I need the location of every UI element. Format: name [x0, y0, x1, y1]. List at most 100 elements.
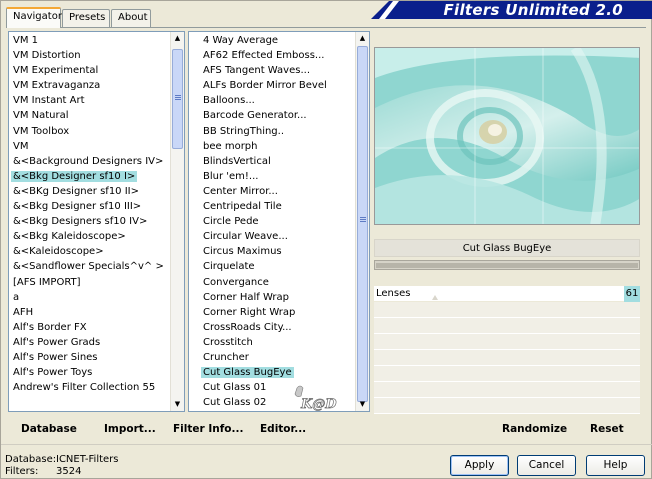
category-item-label: &<Background Designers IV> [13, 155, 164, 167]
help-button[interactable]: Help [586, 455, 645, 476]
tab-navigator[interactable]: Navigator [6, 7, 62, 28]
filter-item-label: Circular Weave... [203, 231, 288, 243]
category-item[interactable]: &<BKg Designer sf10 II> [9, 184, 170, 199]
filter-item[interactable]: BB StringThing.. [199, 124, 355, 139]
parameter-row-empty [374, 318, 640, 334]
category-item-label: &<Sandflower Specials^v^ > [13, 261, 164, 273]
category-item-label: &<Bkg Designer sf10 I> [11, 170, 138, 182]
filter-item-label: Circle Pede [203, 216, 259, 228]
category-item[interactable]: Alf's Power Grads [9, 335, 170, 350]
category-item-label: VM 1 [13, 35, 39, 46]
database-button[interactable]: Database [21, 422, 77, 436]
category-item-label: &<Bkg Designers sf10 IV> [13, 216, 148, 228]
tab-about[interactable]: About [111, 9, 151, 27]
filter-item[interactable]: Circus Maximus [199, 244, 355, 259]
category-item[interactable]: &<Bkg Designer sf10 III> [9, 199, 170, 214]
parameter-panel: Lenses 61 [374, 286, 640, 414]
filter-item[interactable]: Blur 'em!... [199, 169, 355, 184]
parameter-row-empty [374, 350, 640, 366]
filter-item-label: Cut Glass 02 [203, 397, 267, 409]
database-info-label: Database: [5, 454, 57, 465]
filter-item[interactable]: AF62 Effected Emboss... [199, 48, 355, 63]
category-item[interactable]: VM 1 [9, 33, 170, 48]
category-item[interactable]: &<Bkg Kaleidoscope> [9, 229, 170, 244]
tab-presets[interactable]: Presets [62, 9, 110, 27]
category-item-label: VM Experimental [13, 65, 99, 77]
filter-item[interactable]: bee morph [199, 139, 355, 154]
category-item-label: &<Bkg Designer sf10 III> [13, 201, 142, 213]
filter-item[interactable]: Balloons... [199, 93, 355, 108]
filter-item-label: Convergance [203, 276, 269, 288]
filter-item[interactable]: 4 Way Average [199, 33, 355, 48]
kad-logo: K@D [289, 384, 349, 411]
filter-item[interactable]: Barcode Generator... [199, 108, 355, 123]
category-item[interactable]: a [9, 290, 170, 305]
cancel-button[interactable]: Cancel [517, 455, 576, 476]
parameter-row-empty [374, 302, 640, 318]
scroll-down-arrow-icon[interactable]: ▼ [171, 398, 184, 411]
filter-scroll-thumb[interactable] [357, 46, 368, 402]
filter-item[interactable]: Cirquelate [199, 259, 355, 274]
category-item[interactable]: [AFS IMPORT] [9, 275, 170, 290]
parameter-row-lenses[interactable]: Lenses 61 [374, 286, 640, 302]
preview-progress-bar [374, 260, 640, 270]
filter-item[interactable]: Crosstitch [199, 335, 355, 350]
filter-scrollbar[interactable]: ▲ ▼ [355, 32, 369, 411]
filter-item[interactable]: Corner Half Wrap [199, 290, 355, 305]
category-item[interactable]: VM Extravaganza [9, 78, 170, 93]
category-item[interactable]: VM [9, 139, 170, 154]
parameter-row-empty [374, 366, 640, 382]
category-item-label: VM Natural [13, 110, 69, 122]
filter-item[interactable]: Corner Right Wrap [199, 305, 355, 320]
filter-info-button[interactable]: Filter Info... [173, 422, 243, 436]
filter-item[interactable]: Convergance [199, 275, 355, 290]
category-item[interactable]: &<Bkg Designers sf10 IV> [9, 214, 170, 229]
filter-item[interactable]: Circle Pede [199, 214, 355, 229]
category-item[interactable]: VM Distortion [9, 48, 170, 63]
category-item[interactable]: Andrew's Filter Collection 55 [9, 380, 170, 395]
filter-item[interactable]: AFS Tangent Waves... [199, 63, 355, 78]
filter-item-label: Cruncher [203, 351, 249, 363]
editor-button[interactable]: Editor... [260, 422, 306, 436]
category-scroll-thumb[interactable] [172, 49, 183, 149]
filter-item-label: Centripedal Tile [203, 201, 282, 213]
scroll-up-arrow-icon[interactable]: ▲ [356, 32, 369, 45]
filter-preview-image [374, 47, 640, 225]
filter-item-label: Barcode Generator... [203, 110, 307, 122]
filter-item[interactable]: Cut Glass BugEye [199, 365, 355, 380]
category-item[interactable]: AFH [9, 305, 170, 320]
filter-list[interactable]: 4 Way Average AF62 Effected Emboss... AFS … [188, 31, 370, 412]
filter-item-label: Circus Maximus [203, 246, 282, 258]
filter-item[interactable]: Circular Weave... [199, 229, 355, 244]
category-item[interactable]: Alf's Border FX [9, 320, 170, 335]
filter-item[interactable]: CrossRoads City... [199, 320, 355, 335]
import-button[interactable]: Import... [104, 422, 156, 436]
parameter-value[interactable]: 61 [624, 286, 640, 302]
scroll-down-arrow-icon[interactable]: ▼ [356, 398, 369, 411]
category-scrollbar[interactable]: ▲ ▼ [170, 32, 184, 411]
category-item-label: VM [13, 140, 29, 152]
apply-button[interactable]: Apply [450, 455, 509, 476]
category-item[interactable]: &<Background Designers IV> [9, 154, 170, 169]
category-item[interactable]: &<Sandflower Specials^v^ > [9, 259, 170, 274]
category-item[interactable]: Alf's Power Toys [9, 365, 170, 380]
filter-list-items: 4 Way Average AF62 Effected Emboss... AFS … [189, 33, 355, 410]
category-item[interactable]: &<Bkg Designer sf10 I> [9, 169, 170, 184]
filter-item[interactable]: BlindsVertical [199, 154, 355, 169]
filter-item[interactable]: Center Mirror... [199, 184, 355, 199]
category-item[interactable]: VM Toolbox [9, 124, 170, 139]
filter-item[interactable]: Centripedal Tile [199, 199, 355, 214]
randomize-button[interactable]: Randomize [502, 422, 567, 436]
category-item-label: a [13, 291, 20, 303]
scroll-up-arrow-icon[interactable]: ▲ [171, 32, 184, 45]
filter-item-label: Balloons... [203, 95, 255, 107]
category-item[interactable]: Alf's Power Sines [9, 350, 170, 365]
reset-button[interactable]: Reset [590, 422, 624, 436]
category-item[interactable]: VM Experimental [9, 63, 170, 78]
category-list[interactable]: VM 1 VM Distortion VM Experimental VM Extra… [8, 31, 185, 412]
filter-item[interactable]: Cruncher [199, 350, 355, 365]
category-item[interactable]: VM Instant Art [9, 93, 170, 108]
category-item[interactable]: VM Natural [9, 108, 170, 123]
category-item[interactable]: &<Kaleidoscope> [9, 244, 170, 259]
filter-item[interactable]: ALFs Border Mirror Bevel [199, 78, 355, 93]
